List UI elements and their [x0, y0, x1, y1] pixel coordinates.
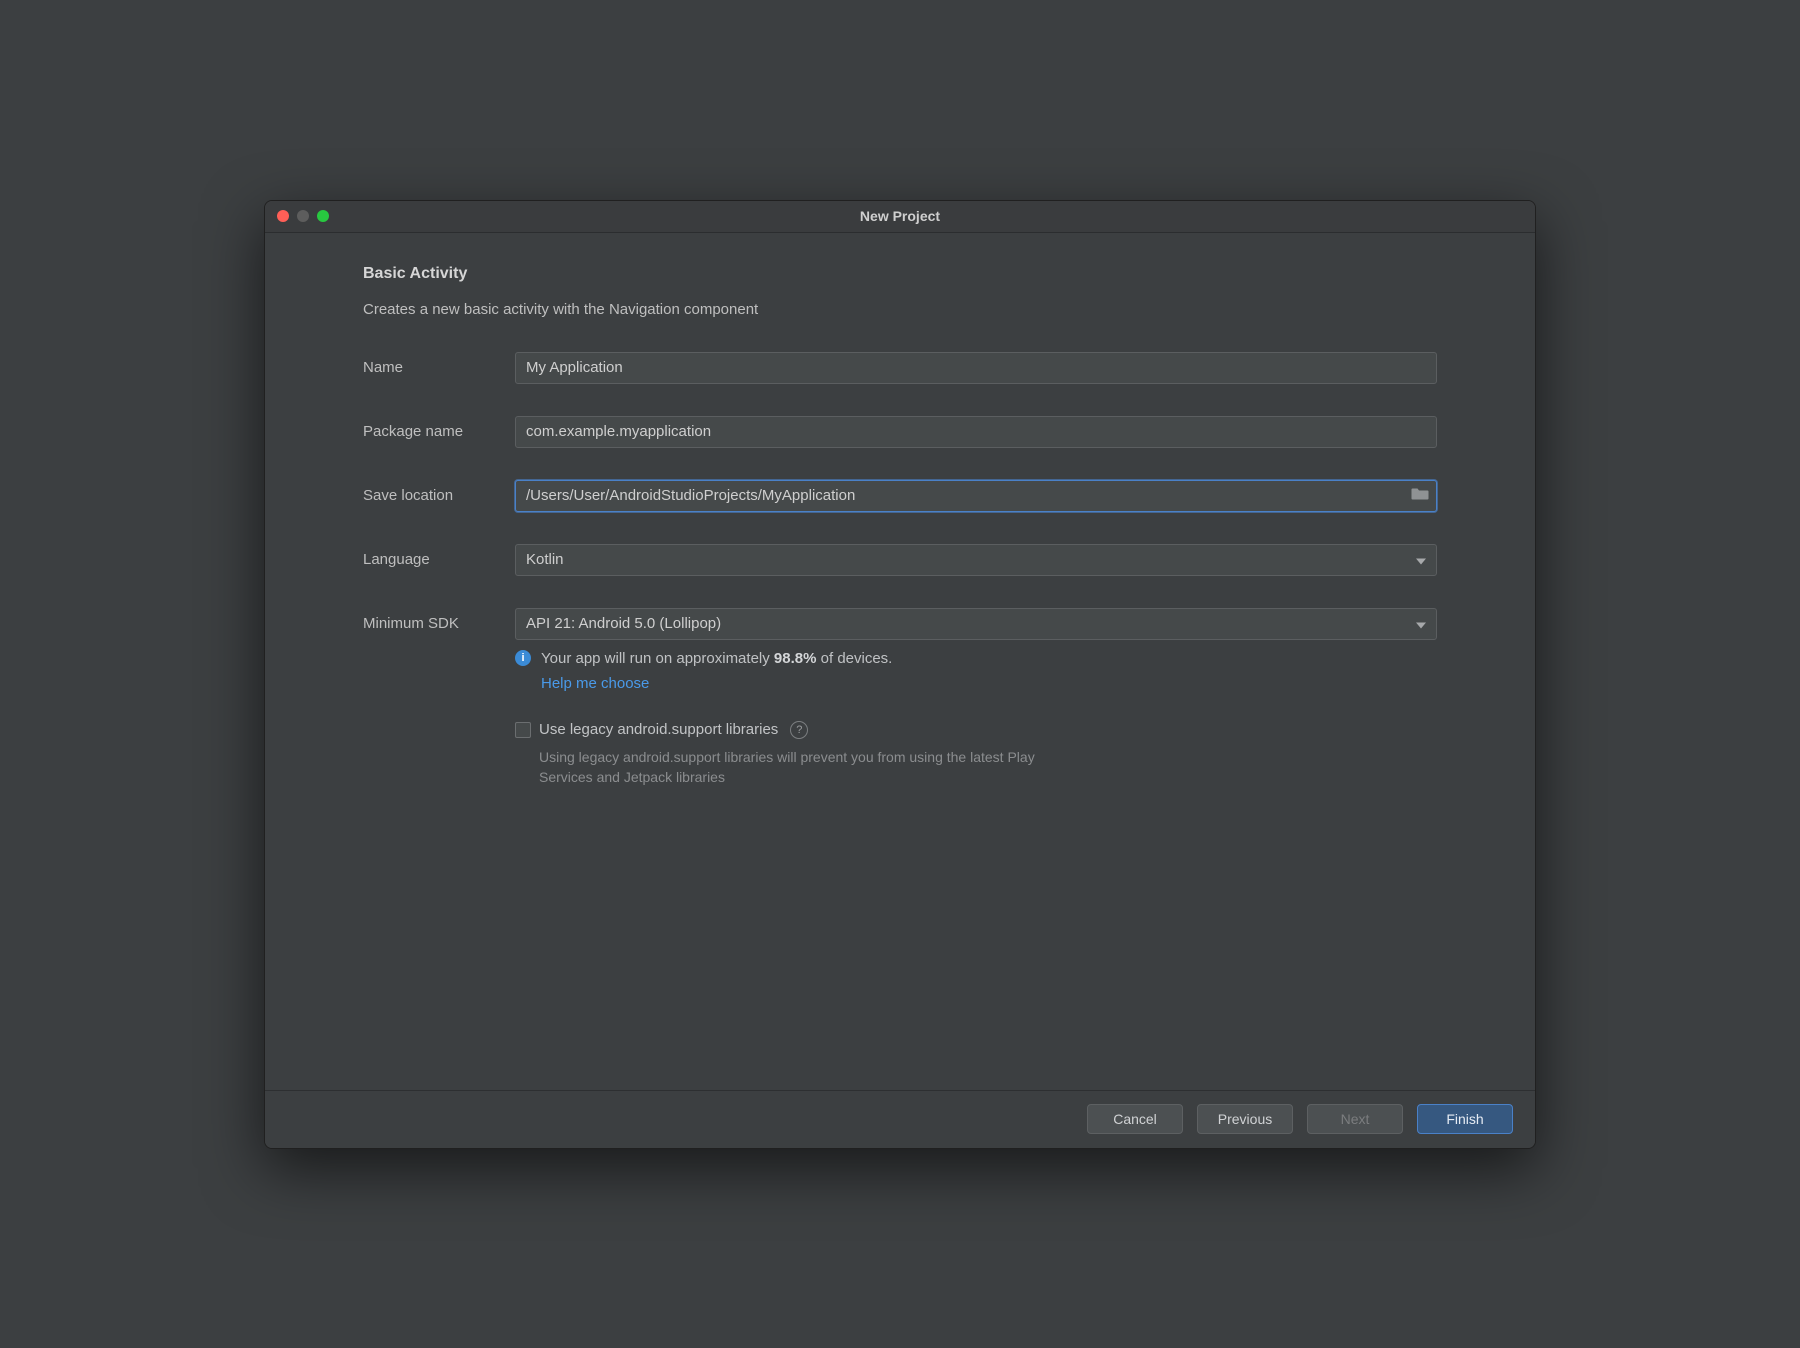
language-label: Language — [363, 551, 515, 568]
language-value: Kotlin — [526, 551, 564, 568]
coverage-text: Your app will run on approximately 98.8%… — [541, 650, 892, 667]
window-controls — [277, 210, 329, 222]
package-label: Package name — [363, 423, 515, 440]
device-coverage-info: i Your app will run on approximately 98.… — [515, 650, 1437, 667]
name-label: Name — [363, 359, 515, 376]
new-project-dialog: New Project Basic Activity Creates a new… — [264, 200, 1536, 1149]
legacy-support-label: Use legacy android.support libraries — [539, 721, 778, 738]
help-icon[interactable]: ? — [790, 721, 808, 739]
chevron-down-icon — [1416, 551, 1426, 568]
info-icon: i — [515, 650, 531, 666]
dialog-footer: Cancel Previous Next Finish — [265, 1090, 1535, 1148]
language-select[interactable]: Kotlin — [515, 544, 1437, 576]
legacy-support-checkbox[interactable] — [515, 722, 531, 738]
page-description: Creates a new basic activity with the Na… — [363, 301, 1437, 318]
minsdk-value: API 21: Android 5.0 (Lollipop) — [526, 615, 721, 632]
close-window-button[interactable] — [277, 210, 289, 222]
chevron-down-icon — [1416, 615, 1426, 632]
name-input[interactable] — [515, 352, 1437, 384]
save-location-input[interactable] — [515, 480, 1437, 512]
next-button: Next — [1307, 1104, 1403, 1134]
save-location-label: Save location — [363, 487, 515, 504]
minsdk-label: Minimum SDK — [363, 615, 515, 632]
previous-button[interactable]: Previous — [1197, 1104, 1293, 1134]
cancel-button[interactable]: Cancel — [1087, 1104, 1183, 1134]
coverage-percent: 98.8% — [774, 650, 817, 667]
finish-button[interactable]: Finish — [1417, 1104, 1513, 1134]
titlebar: New Project — [265, 201, 1535, 233]
help-me-choose-link[interactable]: Help me choose — [541, 675, 649, 692]
page-heading: Basic Activity — [363, 265, 1437, 283]
maximize-window-button[interactable] — [317, 210, 329, 222]
minimize-window-button[interactable] — [297, 210, 309, 222]
package-name-input[interactable] — [515, 416, 1437, 448]
window-title: New Project — [265, 208, 1535, 224]
minsdk-select[interactable]: API 21: Android 5.0 (Lollipop) — [515, 608, 1437, 640]
legacy-support-hint: Using legacy android.support libraries w… — [539, 747, 1059, 788]
dialog-content: Basic Activity Creates a new basic activ… — [265, 233, 1535, 1090]
